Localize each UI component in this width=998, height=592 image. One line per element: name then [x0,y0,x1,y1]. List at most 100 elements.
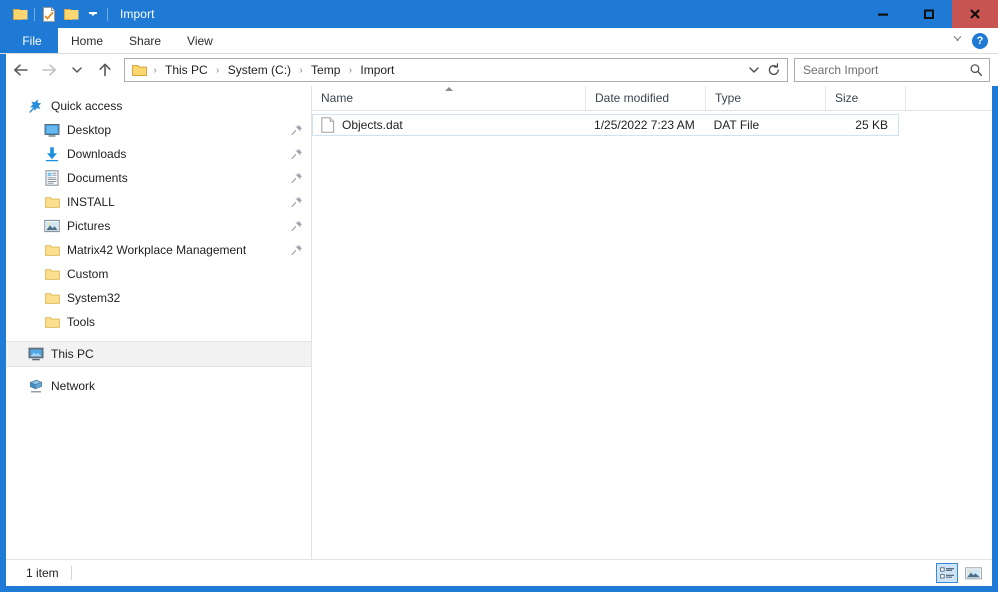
sidebar-item-label: Network [51,379,96,393]
refresh-icon[interactable] [765,60,783,80]
breadcrumb-item-temp[interactable]: Temp [307,63,344,77]
file-type: DAT File [713,118,760,132]
column-header-size[interactable]: Size [826,86,906,110]
breadcrumb-bar[interactable]: › This PC › System (C:) › Temp › Import [124,58,788,82]
file-date-modified: 1/25/2022 7:23 AM [594,118,695,132]
pin-icon[interactable] [291,244,303,256]
folder-icon [44,290,60,306]
address-bar-controls [745,60,783,80]
forward-button [36,57,62,83]
sidebar-item-network[interactable]: Network [6,374,311,398]
up-button[interactable] [92,57,118,83]
breadcrumb: › This PC › System (C:) › Temp › Import [149,63,745,77]
folder-icon [44,194,60,210]
window-bottom-accent [0,586,998,592]
explorer-window: Import File Home Share View ? › This PC … [0,0,998,592]
table-row[interactable]: Objects.dat 1/25/2022 7:23 AM DAT File 2… [312,114,899,136]
navigation-pane: Quick access Desktop Downloads Documents… [6,86,312,559]
folder-icon [44,242,60,258]
file-list[interactable]: Objects.dat 1/25/2022 7:23 AM DAT File 2… [312,111,992,559]
breadcrumb-separator-2[interactable]: › [295,65,307,76]
network-icon [28,378,44,394]
desktop-icon [44,122,60,138]
back-button[interactable] [8,57,34,83]
breadcrumb-item-this-pc[interactable]: This PC [161,63,212,77]
item-count-status: 1 item [26,566,59,580]
customize-qat-chevron-down-icon[interactable] [82,3,104,25]
pin-icon[interactable] [291,172,303,184]
sidebar-item-downloads[interactable]: Downloads [6,142,311,166]
breadcrumb-folder-icon [131,62,147,78]
address-bar: › This PC › System (C:) › Temp › Import [0,54,998,86]
window-title: Import [120,7,155,21]
nav-group-label: Quick access [51,99,123,113]
sidebar-item-label: Pictures [67,219,111,233]
sort-ascending-icon [444,87,453,91]
previous-locations-chevron-down-icon[interactable] [745,60,763,80]
pin-icon[interactable] [291,148,303,160]
sidebar-item-label: Desktop [67,123,112,137]
pictures-icon [44,218,60,234]
sidebar-item-this-pc[interactable]: This PC [6,341,311,367]
column-header-type[interactable]: Type [706,86,826,110]
pin-icon[interactable] [291,220,303,232]
tab-share[interactable]: Share [116,28,174,53]
breadcrumb-separator-1[interactable]: › [212,65,224,76]
recent-locations-chevron-down-icon[interactable] [64,57,90,83]
close-button[interactable] [952,0,998,28]
file-name: Objects.dat [342,118,403,132]
maximize-button[interactable] [906,0,952,28]
status-bar: 1 item [6,559,992,586]
address-left-accent [0,54,6,86]
sidebar-item-documents[interactable]: Documents [6,166,311,190]
breadcrumb-item-system-c[interactable]: System (C:) [224,63,295,77]
nav-spacer-2 [6,367,311,374]
sidebar-item-label: Tools [67,315,96,329]
breadcrumb-separator-3[interactable]: › [344,65,356,76]
folder-icon[interactable] [9,3,31,25]
column-header-date-modified[interactable]: Date modified [586,86,706,110]
sidebar-item-tools[interactable]: Tools [6,310,311,334]
documents-icon [44,170,60,186]
view-mode-buttons [936,563,984,583]
sidebar-item-desktop[interactable]: Desktop [6,118,311,142]
minimize-button[interactable] [860,0,906,28]
dat-file-icon [321,117,335,133]
search-icon[interactable] [969,63,983,77]
sidebar-item-label: Custom [67,267,109,281]
search-input[interactable]: Search Import [803,63,969,77]
search-box[interactable]: Search Import [794,58,990,82]
tab-file[interactable]: File [6,28,58,53]
sidebar-item-install[interactable]: INSTALL [6,190,311,214]
tab-view[interactable]: View [174,28,226,53]
qat-separator-2 [107,7,108,21]
ribbon-tab-bar: File Home Share View ? [0,28,998,54]
sidebar-item-label: Documents [67,171,128,185]
column-header-label: Date modified [595,91,670,105]
nav-spacer-1 [6,334,311,341]
details-view-button[interactable] [936,563,958,583]
pin-icon[interactable] [291,196,303,208]
pin-icon[interactable] [291,124,303,136]
sidebar-item-label: INSTALL [67,195,115,209]
downloads-icon [44,146,60,162]
column-headers: Name Date modified Type Size [312,86,992,111]
large-icons-view-button[interactable] [962,563,984,583]
file-size: 25 KB [855,118,888,132]
chevron-down-icon [89,12,97,16]
help-icon[interactable]: ? [972,32,988,49]
column-header-name[interactable]: Name [312,86,586,110]
breadcrumb-item-import[interactable]: Import [356,63,398,77]
sidebar-item-matrix42-workplace-management[interactable]: Matrix42 Workplace Management [6,238,311,262]
nav-group-quick-access[interactable]: Quick access [6,94,311,118]
properties-icon[interactable] [38,3,60,25]
breadcrumb-separator-0[interactable]: › [149,65,161,76]
star-pin-icon [28,98,44,114]
sidebar-item-pictures[interactable]: Pictures [6,214,311,238]
file-list-pane: Name Date modified Type Size Objects.dat… [312,86,992,559]
expand-ribbon-chevron-down-icon[interactable] [953,36,962,45]
sidebar-item-system32[interactable]: System32 [6,286,311,310]
sidebar-item-custom[interactable]: Custom [6,262,311,286]
tab-home[interactable]: Home [58,28,116,53]
new-folder-icon[interactable] [60,3,82,25]
